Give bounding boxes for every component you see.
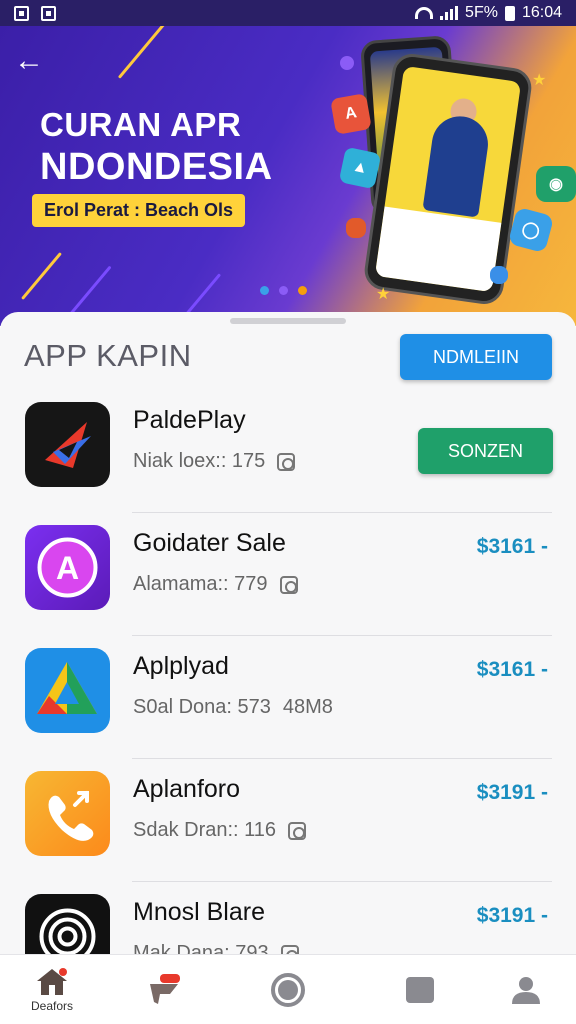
profile-icon — [512, 977, 540, 1004]
app-price[interactable]: $3191 - — [477, 781, 548, 805]
status-bar: 5F% 16:04 — [0, 0, 576, 26]
section-title: APP KAPIN — [24, 338, 192, 373]
carousel-dot[interactable] — [298, 286, 307, 295]
list-item[interactable]: Aplplyad S0al Dona: 573 48M8 $3161 - — [0, 636, 576, 759]
list-item[interactable]: A Goidater Sale Alamama:: 779 $3161 - — [0, 513, 576, 636]
app-name: Aplplyad — [133, 652, 229, 680]
promo-banner[interactable]: ← CURAN APR NDONDESIA Erol Perat : Beach… — [0, 26, 576, 326]
nav-center[interactable] — [248, 955, 328, 1024]
home-icon — [37, 968, 67, 995]
app-list-sheet: APP KAPIN NDMLEIIN PaldePlay Niak loex::… — [0, 312, 576, 1024]
app-meta: S0al Dona: 573 48M8 — [133, 696, 333, 719]
app-price[interactable]: $3161 - — [477, 535, 548, 559]
floating-shape-icon — [337, 53, 357, 73]
floating-app-icon: A — [330, 93, 372, 135]
app-icon-aplplyad[interactable] — [25, 648, 110, 733]
back-arrow-icon[interactable]: ← — [14, 46, 44, 76]
app-name: Goidater Sale — [133, 529, 286, 557]
app-meta-text: Sdak Dran:: 116 — [133, 819, 277, 841]
star-icon: ★ — [532, 72, 547, 89]
carousel-dot[interactable] — [260, 286, 269, 295]
app-icon-goidater-sale[interactable]: A — [25, 525, 110, 610]
list-item[interactable]: PaldePlay Niak loex:: 175 SONZEN — [0, 390, 576, 513]
square-icon — [406, 977, 434, 1003]
app-meta: Niak loex:: 175 — [133, 450, 296, 473]
banner-title: CURAN APR — [40, 106, 242, 143]
app-meta: Alamama:: 779 — [133, 573, 298, 596]
screenshot-icon — [41, 5, 56, 21]
notification-icon — [14, 5, 29, 21]
download-info-icon — [277, 452, 296, 471]
carousel-dot[interactable] — [279, 286, 288, 295]
circle-icon — [271, 973, 305, 1007]
header-action-button[interactable]: NDMLEIIN — [400, 334, 552, 380]
tag-icon — [150, 974, 180, 1004]
status-time: 16:04 — [521, 4, 562, 21]
app-name: Mnosl Blare — [133, 898, 265, 926]
svg-text:A: A — [56, 550, 79, 586]
nav-deals[interactable] — [126, 955, 206, 1024]
decor-stripe — [117, 26, 166, 79]
app-meta-text: Niak loex:: 175 — [133, 450, 266, 472]
floating-shape-icon — [346, 218, 366, 238]
floating-app-icon: ▲ — [338, 146, 382, 190]
download-info-icon — [288, 821, 307, 840]
app-icon-aplanforo[interactable] — [25, 771, 110, 856]
status-right: 5F% 16:04 — [415, 4, 562, 22]
floating-app-icon: ◉ — [536, 166, 576, 202]
app-name: PaldePlay — [133, 406, 246, 434]
signal-icon — [440, 6, 459, 20]
carousel-indicator[interactable] — [260, 286, 307, 295]
nav-library[interactable] — [380, 955, 460, 1024]
banner-title: NDONDESIA — [40, 146, 273, 188]
floating-app-icon: ◯ — [507, 206, 555, 254]
install-button[interactable]: SONZEN — [418, 428, 553, 474]
network-text: 5F% — [465, 4, 498, 21]
app-price[interactable]: $3161 - — [477, 658, 548, 682]
drag-handle[interactable] — [230, 318, 346, 324]
star-icon: ★ — [376, 286, 391, 303]
status-left-icons — [14, 5, 56, 21]
floating-shape-icon — [490, 266, 508, 284]
app-price[interactable]: $3191 - — [477, 904, 548, 928]
app-meta-text: S0al Dona: 573 — [133, 696, 271, 718]
list-item[interactable]: Aplanforo Sdak Dran:: 116 $3191 - — [0, 759, 576, 882]
banner-subtitle-pill: Erol Perat : Beach Ols — [32, 194, 246, 227]
bottom-nav: Deafors — [0, 954, 576, 1024]
nav-profile[interactable] — [486, 955, 566, 1024]
nav-home-label: Deafors — [30, 999, 74, 1013]
decor-stripe — [21, 252, 62, 300]
app-meta: Sdak Dran:: 116 — [133, 819, 307, 842]
download-info-icon — [279, 575, 298, 594]
app-list: PaldePlay Niak loex:: 175 SONZEN A Goida… — [0, 390, 576, 1005]
battery-icon — [504, 5, 515, 21]
app-icon-paldeplay[interactable] — [25, 402, 110, 487]
app-size: 48M8 — [282, 696, 333, 718]
nav-home[interactable]: Deafors — [12, 955, 92, 1024]
app-name: Aplanforo — [133, 775, 241, 803]
wifi-icon — [415, 7, 434, 19]
app-meta-text: Alamama:: 779 — [133, 573, 268, 595]
